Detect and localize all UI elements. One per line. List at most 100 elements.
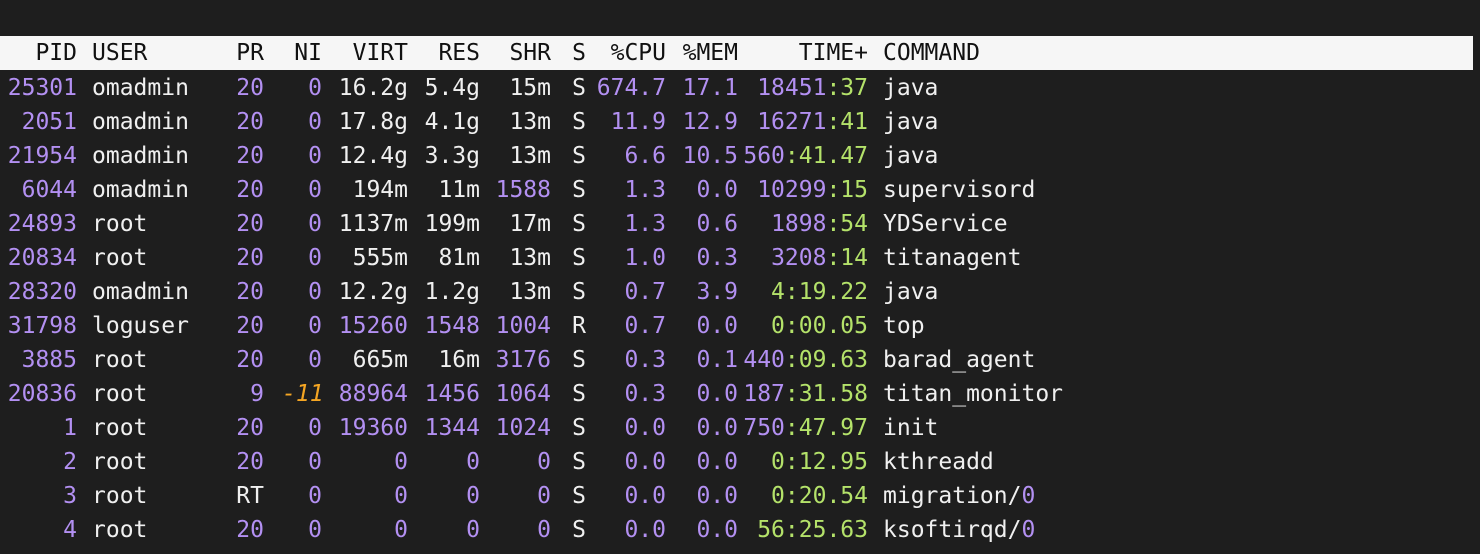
- priority-cell: 20: [236, 245, 264, 271]
- time-minor: :15: [826, 177, 868, 203]
- process-row[interactable]: 31798 loguser 20 0 15260 1548 1004 R 0.7 0.0 0:00.…: [0, 309, 1480, 343]
- mem-cell: 0.0: [696, 381, 738, 407]
- res-cell: 0: [466, 517, 480, 543]
- shr-cell: 1004: [495, 313, 551, 339]
- time-minor: :00.05: [784, 313, 868, 339]
- process-row[interactable]: 28320 omadmin 20 0 12.2g 1.2g 13m S 0.7 3.9 4:19.2…: [0, 275, 1480, 309]
- process-row[interactable]: 6044 omadmin 20 0 194m 11m 1588 S 1.3 0.0 10299:15…: [0, 173, 1480, 207]
- priority-cell: 20: [236, 211, 264, 237]
- state-cell: S: [572, 347, 586, 373]
- user-cell: root: [92, 449, 148, 475]
- mem-cell: 0.6: [696, 211, 738, 237]
- time-cell: 187:31.58: [738, 377, 868, 411]
- cpu-cell: 0.7: [624, 313, 666, 339]
- cpu-cell: 0.3: [624, 347, 666, 373]
- user-cell: root: [92, 245, 148, 271]
- time-cell: 4:19.22: [738, 275, 868, 309]
- process-row[interactable]: 21954 omadmin 20 0 12.4g 3.3g 13m S 6.6 10.5 560:4…: [0, 139, 1480, 173]
- column-header-pid[interactable]: PID: [7, 36, 77, 70]
- res-cell: 1456: [424, 381, 480, 407]
- process-row[interactable]: 20834 root 20 0 555m 81m 13m S 1.0 0.3 3208:14 tita…: [0, 241, 1480, 275]
- process-row[interactable]: 4 root 20 0 0 0 0 S 0.0 0.0 56:25.63 ksoftirqd/0: [0, 513, 1480, 547]
- user-cell: root: [92, 483, 148, 509]
- time-minor: :47.97: [784, 415, 868, 441]
- command-name: java: [883, 109, 939, 135]
- cpu-cell: 0.0: [624, 483, 666, 509]
- column-header-virt[interactable]: VIRT: [322, 36, 408, 70]
- process-row[interactable]: 25301 omadmin 20 0 16.2g 5.4g 15m S 674.7 17.1 184…: [0, 71, 1480, 105]
- shr-cell: 0: [537, 517, 551, 543]
- shr-cell: 3176: [495, 347, 551, 373]
- column-header-command[interactable]: COMMAND: [883, 36, 1473, 70]
- state-cell: R: [572, 313, 586, 339]
- shr-cell: 15m: [509, 75, 551, 101]
- virt-cell: 1137m: [338, 211, 408, 237]
- shr-cell: 0: [537, 449, 551, 475]
- command-cell: supervisord: [883, 173, 1473, 207]
- pid-cell: 31798: [7, 313, 77, 339]
- process-row[interactable]: 3885 root 20 0 665m 16m 3176 S 0.3 0.1 440:09.63 ba…: [0, 343, 1480, 377]
- mem-cell: 12.9: [682, 109, 738, 135]
- command-cell: migration/0: [883, 479, 1473, 513]
- virt-cell: 0: [394, 483, 408, 509]
- column-header-state[interactable]: S: [566, 36, 586, 70]
- time-cell: 0:20.54: [738, 479, 868, 513]
- nice-cell: 0: [308, 313, 322, 339]
- time-major: 0: [771, 313, 785, 339]
- pid-cell: 1: [63, 415, 77, 441]
- time-cell: 10299:15: [738, 173, 868, 207]
- res-cell: 199m: [424, 211, 480, 237]
- user-cell: omadmin: [92, 279, 189, 305]
- time-major: 3208: [771, 245, 827, 271]
- process-row[interactable]: 1 root 20 0 19360 1344 1024 S 0.0 0.0 750:47.97 ini…: [0, 411, 1480, 445]
- res-cell: 5.4g: [424, 75, 480, 101]
- column-header-time[interactable]: TIME+: [738, 36, 868, 70]
- state-cell: S: [572, 483, 586, 509]
- command-cell: init: [883, 411, 1473, 445]
- time-minor: :14: [826, 245, 868, 271]
- command-cell: YDService: [883, 207, 1473, 241]
- column-header-user[interactable]: USER: [92, 36, 232, 70]
- column-header-ni[interactable]: NI: [282, 36, 322, 70]
- priority-cell: 9: [250, 381, 264, 407]
- priority-cell: RT: [236, 483, 264, 509]
- pid-cell: 2: [63, 449, 77, 475]
- pid-cell: 25301: [7, 75, 77, 101]
- column-header-shr[interactable]: SHR: [490, 36, 551, 70]
- process-row[interactable]: 2 root 20 0 0 0 0 S 0.0 0.0 0:12.95 kthreadd: [0, 445, 1480, 479]
- nice-cell: 0: [308, 415, 322, 441]
- time-major: 4: [771, 279, 785, 305]
- pid-cell: 4: [63, 517, 77, 543]
- user-cell: loguser: [92, 313, 189, 339]
- column-header-cpu[interactable]: %CPU: [586, 36, 666, 70]
- nice-cell: 0: [308, 347, 322, 373]
- cpu-cell: 1.0: [624, 245, 666, 271]
- res-cell: 1.2g: [424, 279, 480, 305]
- column-header-res[interactable]: RES: [418, 36, 480, 70]
- state-cell: S: [572, 177, 586, 203]
- nice-cell: 0: [308, 245, 322, 271]
- column-header-pr[interactable]: PR: [232, 36, 264, 70]
- mem-cell: 10.5: [682, 143, 738, 169]
- priority-cell: 20: [236, 177, 264, 203]
- process-row[interactable]: 2051 omadmin 20 0 17.8g 4.1g 13m S 11.9 12.9 16271…: [0, 105, 1480, 139]
- time-major: 1898: [771, 211, 827, 237]
- process-row[interactable]: 24893 root 20 0 1137m 199m 17m S 1.3 0.6 1898:54 YD…: [0, 207, 1480, 241]
- user-cell: omadmin: [92, 109, 189, 135]
- shr-cell: 13m: [509, 143, 551, 169]
- time-cell: 18451:37: [738, 71, 868, 105]
- user-cell: root: [92, 381, 148, 407]
- time-minor: :37: [826, 75, 868, 101]
- column-header-mem[interactable]: %MEM: [666, 36, 738, 70]
- state-cell: S: [572, 143, 586, 169]
- process-row[interactable]: 20836 root 9 -11 88964 1456 1064 S 0.3 0.0 187:31.…: [0, 377, 1480, 411]
- mem-cell: 0.0: [696, 415, 738, 441]
- cpu-cell: 11.9: [610, 109, 666, 135]
- virt-cell: 88964: [338, 381, 408, 407]
- user-cell: omadmin: [92, 75, 189, 101]
- user-cell: omadmin: [92, 143, 189, 169]
- process-row[interactable]: 3 root RT 0 0 0 0 S 0.0 0.0 0:20.54 migration/0: [0, 479, 1480, 513]
- time-cell: 16271:41: [738, 105, 868, 139]
- state-cell: S: [572, 109, 586, 135]
- res-cell: 0: [466, 449, 480, 475]
